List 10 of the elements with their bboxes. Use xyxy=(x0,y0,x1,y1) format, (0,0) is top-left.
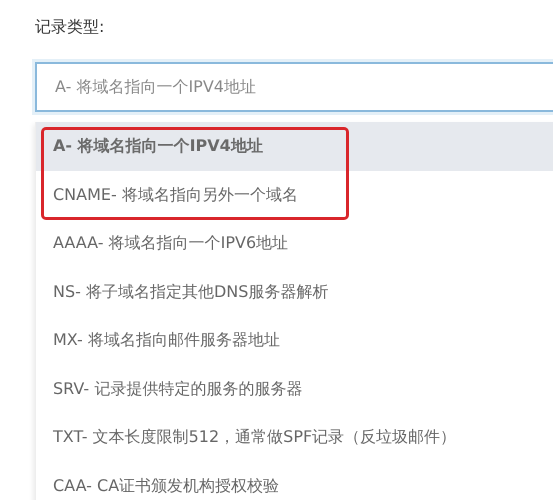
dropdown-option[interactable]: CNAME- 将域名指向另外一个域名 xyxy=(36,170,553,219)
field-label: 记录类型: xyxy=(35,16,104,38)
dropdown-option[interactable]: SRV- 记录提供特定的服务的服务器 xyxy=(36,364,553,413)
dropdown-option[interactable]: TXT- 文本长度限制512，通常做SPF记录（反垃圾邮件） xyxy=(36,413,553,462)
dropdown-option[interactable]: MX- 将域名指向邮件服务器地址 xyxy=(36,316,553,364)
dropdown-option[interactable]: A- 将域名指向一个IPV4地址 xyxy=(36,122,553,170)
dropdown-option[interactable]: NS- 将子域名指定其他DNS服务器解析 xyxy=(36,268,553,316)
dropdown-option[interactable]: AAAA- 将域名指向一个IPV6地址 xyxy=(36,219,553,268)
dropdown-option[interactable]: CAA- CA证书颁发机构授权校验 xyxy=(36,462,553,500)
record-type-select[interactable]: A- 将域名指向一个IPV4地址 xyxy=(35,62,553,112)
